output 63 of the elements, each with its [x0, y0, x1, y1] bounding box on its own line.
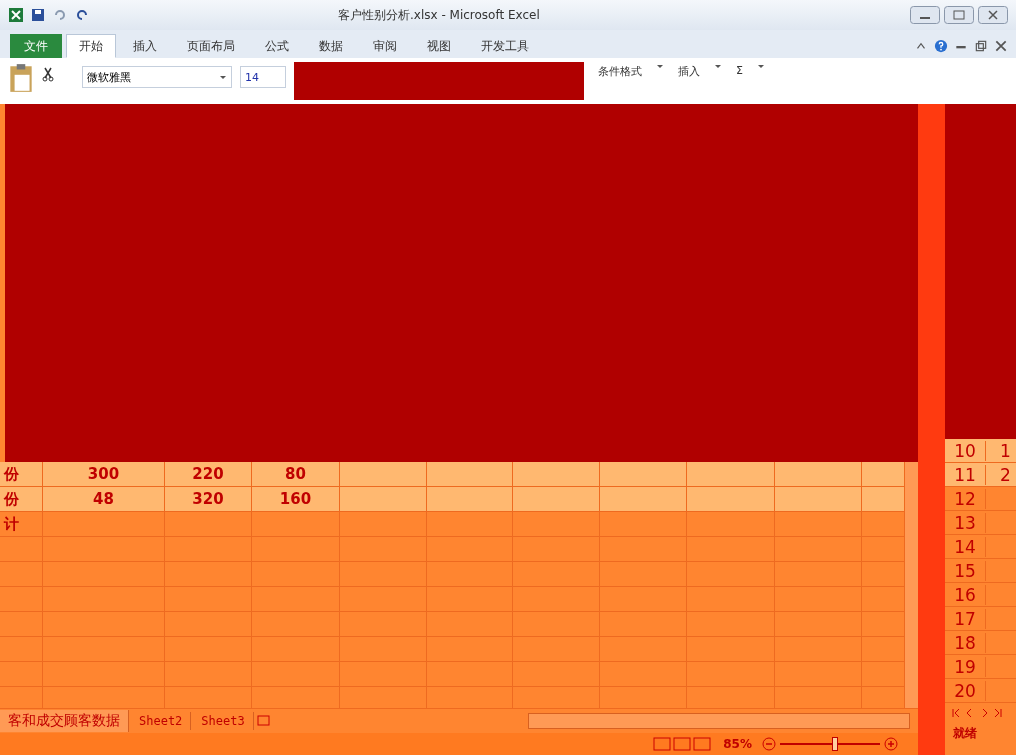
table-cell: 份: [0, 487, 43, 512]
sheet-tab[interactable]: 客和成交顾客数据: [0, 710, 129, 732]
ribbon-tab[interactable]: 插入: [120, 34, 170, 58]
ribbon-tab[interactable]: 数据: [306, 34, 356, 58]
caret-icon[interactable]: [756, 62, 765, 70]
restore-icon[interactable]: [974, 39, 988, 53]
caret-icon[interactable]: [219, 73, 227, 81]
caret-icon[interactable]: [656, 62, 664, 70]
row-number[interactable]: 14: [945, 536, 986, 557]
undo-icon[interactable]: [52, 7, 68, 23]
row-number[interactable]: 20: [945, 680, 986, 701]
window-title: 客户性别分析.xlsx - Microsoft Excel: [338, 6, 541, 24]
table-cell-text: 1: [999, 440, 1011, 461]
row-number[interactable]: 13: [945, 512, 986, 533]
ribbon-tab[interactable]: 开始: [66, 34, 116, 58]
table-cell: 80: [285, 465, 306, 483]
font-dropdown[interactable]: 微软雅黑: [82, 66, 232, 88]
ribbon-tab[interactable]: 开发工具: [468, 34, 542, 58]
row-number[interactable]: 15: [945, 560, 986, 581]
sheet-tab[interactable]: Sheet2: [131, 712, 192, 730]
save-icon[interactable]: [30, 7, 46, 23]
row-number[interactable]: 16: [945, 584, 986, 605]
status-text: 就绪: [953, 726, 977, 740]
caret-icon[interactable]: [714, 62, 722, 70]
table-cell: 160: [279, 490, 312, 508]
scissors-icon[interactable]: [42, 66, 54, 82]
sum-button[interactable]: Σ: [730, 62, 749, 79]
close-icon[interactable]: [994, 39, 1008, 53]
spreadsheet-row[interactable]: 份 48 320 160: [0, 487, 904, 512]
row-number[interactable]: 17: [945, 608, 986, 629]
help-icon[interactable]: [934, 39, 948, 53]
table-cell: 220: [192, 465, 224, 483]
sheet-tab[interactable]: Sheet3: [193, 712, 254, 730]
table-cell: 320: [192, 490, 224, 508]
zoom-level: 85%: [723, 737, 752, 751]
vertical-scrollbar[interactable]: [904, 462, 918, 708]
ribbon-tab[interactable]: 公式: [252, 34, 302, 58]
spreadsheet-row[interactable]: 份 300 220 80: [0, 462, 904, 487]
ribbon-tab[interactable]: 视图: [414, 34, 464, 58]
insert-button[interactable]: 插入: [672, 62, 706, 81]
sheet-navigation-icon[interactable]: [949, 707, 1005, 719]
close-icon[interactable]: [978, 6, 1008, 24]
minimize-icon[interactable]: [910, 6, 940, 24]
conditional-format-button[interactable]: 条件格式: [592, 62, 648, 81]
file-tab[interactable]: 文件: [10, 34, 62, 58]
font-size-field[interactable]: 14: [240, 66, 286, 88]
spreadsheet-icon: [8, 7, 24, 23]
clipboard-icon[interactable]: [8, 62, 34, 94]
row-number[interactable]: 11: [945, 464, 986, 485]
row-number[interactable]: 18: [945, 632, 986, 653]
row-number[interactable]: 10: [945, 440, 986, 461]
row-number[interactable]: 19: [945, 656, 986, 677]
table-cell-text: 2: [999, 464, 1011, 485]
table-cell: 48: [93, 490, 114, 508]
empty-cells-grid[interactable]: [0, 537, 904, 708]
spreadsheet-row[interactable]: 计: [0, 512, 904, 537]
horizontal-scrollbar[interactable]: [528, 713, 910, 729]
redo-icon[interactable]: [74, 7, 90, 23]
ribbon-tab[interactable]: 页面布局: [174, 34, 248, 58]
ribbon-tab[interactable]: 审阅: [360, 34, 410, 58]
table-cell: 计: [0, 512, 43, 537]
row-number[interactable]: 12: [945, 488, 986, 509]
table-cell: 300: [87, 465, 120, 483]
